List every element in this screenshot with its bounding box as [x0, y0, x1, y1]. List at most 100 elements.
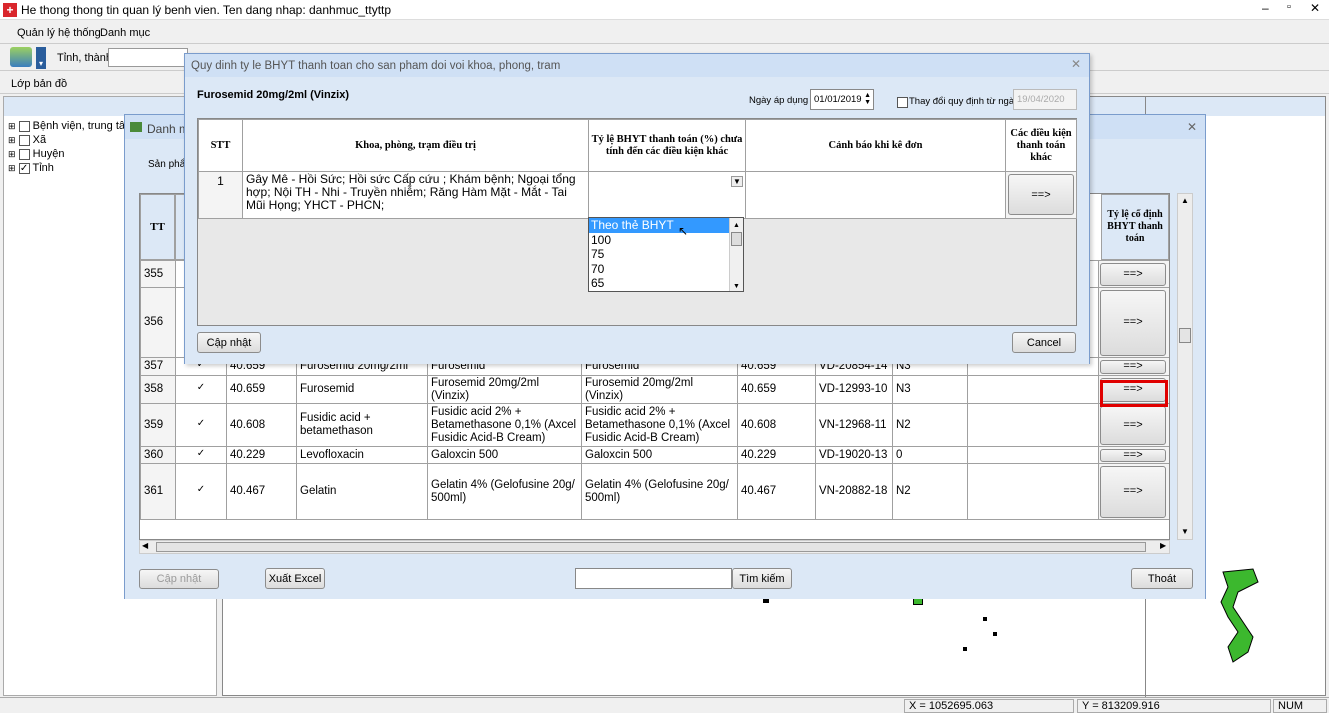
menu-system[interactable]: Quản lý hệ thống: [17, 27, 101, 39]
status-bar: X = 1052695.063 Y = 813209.916 NUM: [0, 697, 1329, 713]
status-y: Y = 813209.916: [1077, 699, 1271, 713]
dialog-table: STT Khoa, phòng, trạm điều trị Tỷ lệ BHY…: [198, 119, 1077, 219]
table-row[interactable]: 361 ✓ 40.467 Gelatin Gelatin 4% (Gelofusine …: [140, 463, 1169, 520]
rate-dropdown-list[interactable]: Theo thẻ BHYT 100 75 70 65 ▲ ▼: [588, 217, 744, 292]
dialog-title: Quy dinh ty le BHYT thanh toan cho san p…: [191, 60, 561, 72]
option-70[interactable]: 70: [589, 262, 743, 277]
row-number: 356: [140, 287, 176, 358]
table-row[interactable]: 359 ✓ 40.608 Fusidic acid + betamethason Fus…: [140, 403, 1169, 447]
cell-product: Galoxcin 500: [581, 446, 738, 464]
spin-icon[interactable]: ▲ ▼: [864, 92, 871, 106]
dropdown-scrollbar[interactable]: ▲ ▼: [729, 218, 743, 291]
change-rule-checkbox[interactable]: [897, 96, 908, 108]
cell-code2: 40.608: [737, 403, 816, 447]
fixed-rate-button[interactable]: ==>: [1100, 262, 1166, 286]
tree-checkbox[interactable]: [18, 148, 30, 160]
cell-active: Furosemid 20mg/2ml (Vinzix): [427, 375, 582, 404]
catalog-window-title: Danh m: [147, 122, 190, 136]
cell-group: N2: [892, 403, 968, 447]
highlight-box: [1100, 380, 1168, 407]
dialog-cancel-button[interactable]: Cancel: [1012, 332, 1076, 353]
fixed-rate-button[interactable]: ==>: [1100, 465, 1166, 518]
cell-reg: VN-12968-11: [815, 403, 893, 447]
search-input[interactable]: [575, 568, 732, 589]
province-label: Tỉnh, thành:: [57, 52, 116, 64]
hscroll-thumb[interactable]: [156, 542, 1146, 552]
tree-item[interactable]: ⊞ Bệnh viện, trung tâm: [8, 120, 138, 134]
cell-active: Fusidic acid 2% + Betamethasone 0,1% (Ax…: [427, 403, 582, 447]
option-100[interactable]: 100: [589, 233, 743, 248]
app-icon: +: [3, 3, 17, 17]
island-dots: [963, 647, 967, 651]
island-dots: [993, 632, 997, 636]
catalog-update-button[interactable]: Cập nhật: [139, 569, 219, 589]
horizontal-scrollbar[interactable]: ◀ ▶: [139, 540, 1170, 554]
cell-note: [967, 463, 1099, 520]
header-dept: Khoa, phòng, trạm điều trị: [242, 119, 589, 172]
tree-item[interactable]: ⊞ Huyện: [8, 148, 138, 162]
rate-combobox[interactable]: ▼: [588, 171, 746, 219]
row-dept: Gây Mê - Hồi Sức; Hồi sức Cấp cứu ; Khám…: [242, 171, 589, 219]
layers-label: Lớp bản đồ: [11, 78, 68, 90]
fixed-rate-button[interactable]: ==>: [1100, 289, 1166, 356]
table-row[interactable]: 358 ✓ 40.659 Furosemid Furosemid 20mg/2ml (V…: [140, 375, 1169, 404]
effective-date-picker[interactable]: 01/01/2019 ▲ ▼: [810, 89, 874, 110]
row-checkbox[interactable]: ✓: [196, 485, 207, 496]
table-row[interactable]: 360 ✓ 40.229 Levofloxacin Galoxcin 500 Galoxc…: [140, 446, 1169, 464]
combo-arrow-icon[interactable]: ▼: [731, 176, 743, 187]
row-number: 359: [140, 403, 176, 447]
cell-name: Levofloxacin: [296, 446, 428, 464]
cell-code2: 40.659: [737, 375, 816, 404]
app-title: He thong thong tin quan lý benh vien. Te…: [21, 3, 392, 17]
exit-button[interactable]: Thoát: [1131, 568, 1193, 589]
cell-reg: VN-20882-18: [815, 463, 893, 520]
minimize-icon[interactable]: –: [1262, 1, 1269, 15]
tree-checkbox[interactable]: ✓: [18, 162, 30, 174]
cell-code: 40.467: [226, 463, 297, 520]
option-75[interactable]: 75: [589, 247, 743, 262]
row-warning[interactable]: [745, 171, 1006, 219]
header-conditions: Các điều kiện thanh toán khác: [1005, 119, 1077, 172]
row-stt: 1: [198, 171, 243, 219]
catalog-close-icon[interactable]: ✕: [1187, 120, 1197, 134]
tree-checkbox[interactable]: [18, 120, 30, 132]
header-rate: Tỷ lệ BHYT thanh toán (%) chưa tính đến …: [588, 119, 746, 172]
dropdown-arrow-icon[interactable]: ▾: [36, 47, 46, 69]
tree-item[interactable]: ⊞ ✓ Tỉnh: [8, 162, 138, 176]
scroll-thumb[interactable]: [1179, 328, 1191, 343]
header-stt: STT: [198, 119, 243, 172]
cell-note: [967, 375, 1099, 404]
row-checkbox[interactable]: ✓: [196, 448, 207, 460]
fixed-rate-button[interactable]: ==>: [1100, 359, 1166, 374]
fixed-rate-button[interactable]: ==>: [1100, 448, 1166, 462]
option-65[interactable]: 65: [589, 276, 743, 291]
cell-name: Furosemid: [296, 375, 428, 404]
conditions-button[interactable]: ==>: [1008, 174, 1074, 215]
dialog-close-icon[interactable]: ✕: [1071, 57, 1081, 71]
fixed-rate-button[interactable]: ==>: [1100, 405, 1166, 445]
cell-code: 40.229: [226, 446, 297, 464]
row-checkbox[interactable]: ✓: [196, 418, 207, 430]
layers-tool-icon[interactable]: [10, 47, 32, 67]
dialog-update-button[interactable]: Cập nhật: [197, 332, 261, 353]
row-checkbox[interactable]: ✓: [196, 383, 207, 394]
province-field[interactable]: [108, 48, 188, 67]
layer-tree: ⊞ Bệnh viện, trung tâm ⊞ Xã ⊞ Huyện ⊞ ✓ …: [8, 120, 138, 176]
option-card[interactable]: Theo thẻ BHYT: [589, 218, 729, 233]
row-number: 361: [140, 463, 176, 520]
vertical-scrollbar[interactable]: ▲ ▼: [1177, 193, 1193, 540]
menu-catalog[interactable]: Danh mục: [100, 27, 150, 39]
tree-item[interactable]: ⊞ Xã: [8, 134, 138, 148]
cell-note: [967, 446, 1099, 464]
change-date-picker[interactable]: 19/04/2020: [1013, 89, 1077, 110]
cell-active: Galoxcin 500: [427, 446, 582, 464]
export-excel-button[interactable]: Xuất Excel: [265, 568, 325, 589]
close-icon[interactable]: ✕: [1310, 1, 1320, 15]
tree-checkbox[interactable]: [18, 134, 30, 146]
restore-icon[interactable]: ▫: [1287, 1, 1291, 13]
search-button[interactable]: Tìm kiếm: [732, 568, 792, 589]
cell-reg: VD-19020-13: [815, 446, 893, 464]
bhyt-rate-dialog: Quy dinh ty le BHYT thanh toan cho san p…: [184, 53, 1090, 364]
cell-group: 0: [892, 446, 968, 464]
row-checkbox-cell: ✓: [175, 403, 227, 447]
